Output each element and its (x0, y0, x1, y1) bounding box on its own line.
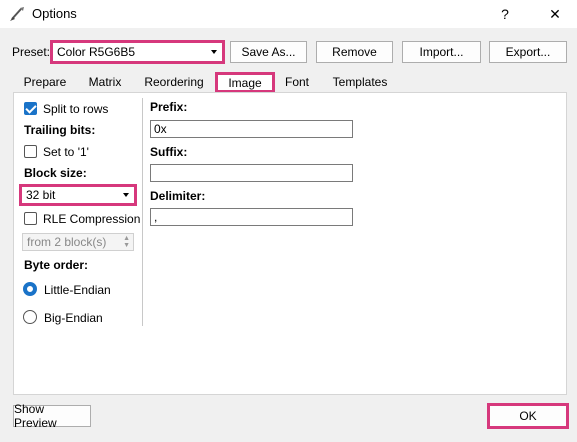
spin-arrows-icon: ▲ ▼ (123, 235, 130, 249)
app-icon (8, 5, 26, 23)
set-to-1-label[interactable]: Set to '1' (43, 145, 89, 159)
preset-label: Preset: (12, 45, 51, 59)
ok-button[interactable]: OK (487, 403, 569, 429)
prefix-label: Prefix: (150, 100, 188, 114)
chevron-down-icon (123, 193, 129, 197)
import-button[interactable]: Import... (402, 41, 481, 63)
tab-templates[interactable]: Templates (326, 72, 394, 92)
big-endian-radio[interactable] (23, 310, 37, 324)
show-preview-button[interactable]: Show Preview (13, 402, 91, 430)
trailing-bits-heading: Trailing bits: (24, 123, 96, 137)
delimiter-label: Delimiter: (150, 189, 206, 203)
preset-select[interactable]: Color R5G6B5 (50, 40, 225, 64)
delimiter-input[interactable]: , (150, 208, 353, 226)
suffix-input[interactable] (150, 164, 353, 182)
split-rows-label[interactable]: Split to rows (43, 102, 108, 116)
block-size-select[interactable]: 32 bit (19, 184, 137, 206)
window-title: Options (32, 6, 77, 21)
from-blocks-value: from 2 block(s) (27, 235, 107, 249)
tab-prepare[interactable]: Prepare (18, 72, 72, 92)
suffix-label: Suffix: (150, 145, 188, 159)
rle-checkbox[interactable] (24, 212, 37, 225)
help-button[interactable]: ? (485, 0, 525, 28)
big-endian-label[interactable]: Big-Endian (44, 311, 103, 325)
block-size-value: 32 bit (26, 188, 56, 202)
close-button[interactable]: ✕ (535, 0, 575, 28)
rle-label[interactable]: RLE Compression (43, 212, 140, 226)
column-divider (142, 98, 143, 326)
export-button[interactable]: Export... (489, 41, 567, 63)
save-as-button[interactable]: Save As... (230, 41, 307, 63)
little-endian-radio[interactable] (23, 282, 37, 296)
split-rows-checkbox[interactable] (24, 102, 37, 115)
block-size-heading: Block size: (24, 166, 87, 180)
from-blocks-spinbox[interactable]: from 2 block(s) ▲ ▼ (22, 233, 134, 251)
tab-image-label: Image (215, 72, 275, 93)
byte-order-heading: Byte order: (24, 258, 89, 272)
chevron-down-icon (211, 50, 217, 54)
prefix-input[interactable]: 0x (150, 120, 353, 138)
preset-select-value: Color R5G6B5 (57, 45, 136, 59)
tab-matrix[interactable]: Matrix (80, 72, 130, 92)
set-to-1-checkbox[interactable] (24, 145, 37, 158)
remove-button[interactable]: Remove (316, 41, 393, 63)
little-endian-label[interactable]: Little-Endian (44, 283, 111, 297)
tab-font[interactable]: Font (280, 72, 314, 92)
tab-reordering[interactable]: Reordering (140, 72, 208, 92)
